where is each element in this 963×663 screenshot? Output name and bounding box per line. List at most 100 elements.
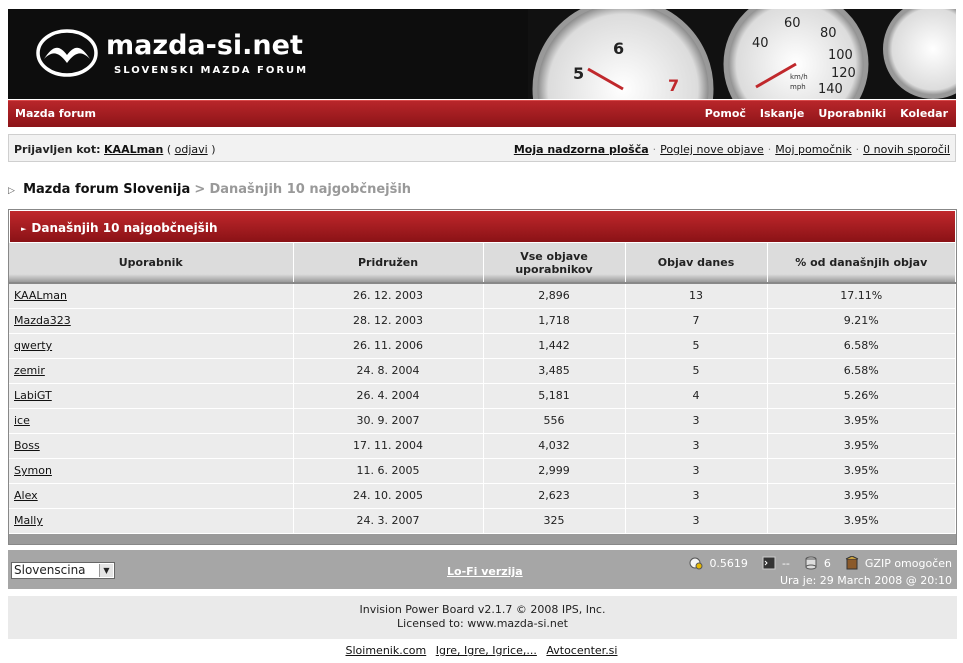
row-username-link[interactable]: Alex	[14, 489, 38, 502]
chevron-down-icon[interactable]: ▼	[99, 564, 113, 577]
table-cell: 556	[483, 408, 626, 434]
table-cell: 2,999	[483, 458, 626, 484]
row-username-link[interactable]: LabiGT	[14, 389, 52, 402]
row-percent: 6.58%	[843, 364, 879, 377]
table-cell: 2,623	[483, 483, 626, 509]
gauge-label: 100	[828, 48, 853, 63]
gauge-label: 6	[613, 39, 624, 58]
row-posts-today: 5	[692, 339, 700, 352]
col-header-today: Objav danes	[625, 243, 768, 284]
nav-brand[interactable]: Mazda forum	[15, 107, 96, 120]
table-row: Symon 11. 6. 2005 2,999 3 3.95%	[9, 458, 956, 484]
username-link[interactable]: KAALman	[104, 143, 163, 156]
user-links: Moja nadzorna plošča · Poglej nove objav…	[513, 143, 950, 156]
row-joined-date: 17. 11. 2004	[353, 439, 423, 452]
row-total-posts: 4,032	[538, 439, 570, 452]
main-navbar: Mazda forum Pomoč Iskanje Uporabniki Kol…	[8, 100, 956, 127]
table-cell: 1,718	[483, 308, 626, 334]
partner-link-sloimenik[interactable]: Sloimenik.com	[346, 644, 427, 657]
table-cell: qwerty	[9, 333, 294, 359]
row-username-link[interactable]: Boss	[14, 439, 40, 452]
new-posts-link[interactable]: Poglej nove objave	[660, 143, 764, 156]
table-cell: KAALman	[9, 283, 294, 309]
row-username-link[interactable]: Symon	[14, 464, 52, 477]
partner-link-avtocenter[interactable]: Avtocenter.si	[546, 644, 617, 657]
logout-link[interactable]: odjavi	[175, 143, 208, 156]
row-joined-date: 26. 11. 2006	[353, 339, 423, 352]
table-cell: 7	[625, 308, 768, 334]
row-total-posts: 3,485	[538, 364, 570, 377]
row-username-link[interactable]: KAALman	[14, 289, 67, 302]
table-cell: 4,032	[483, 433, 626, 459]
gzip-status: GZIP omogočen	[864, 556, 952, 570]
table-row: LabiGT 26. 4. 2004 5,181 4 5.26%	[9, 383, 956, 409]
table-cell: ice	[9, 408, 294, 434]
row-joined-date: 24. 8. 2004	[356, 364, 420, 377]
server-time: Ura je: 29 March 2008 @ 20:10	[779, 574, 952, 587]
row-joined-date: 26. 12. 2003	[353, 289, 423, 303]
nav-help[interactable]: Pomoč	[705, 107, 746, 120]
logo-subtitle: SLOVENSKI MAZDA FORUM	[114, 65, 309, 76]
table-cell: 17.11%	[767, 283, 956, 309]
table-cell: LabiGT	[9, 383, 294, 409]
nav-members[interactable]: Uporabniki	[818, 107, 886, 120]
table-cell: 1,442	[483, 333, 626, 359]
table-cell: 3	[625, 458, 768, 484]
row-username-link[interactable]: qwerty	[14, 339, 52, 352]
partner-link-igre[interactable]: Igre, Igre, Igrice,...	[436, 644, 537, 657]
table-cell: 11. 6. 2005	[293, 458, 484, 484]
table-cell: 17. 11. 2004	[293, 433, 484, 459]
logged-as-label: Prijavljen kot:	[14, 143, 101, 156]
breadcrumb-home[interactable]: Mazda forum Slovenija	[23, 182, 190, 197]
table-cell: 24. 3. 2007	[293, 508, 484, 534]
row-percent: 5.26%	[843, 389, 879, 402]
row-posts-today: 5	[692, 364, 700, 377]
nav-calendar[interactable]: Koledar	[900, 107, 948, 120]
table-cell: 3.95%	[767, 458, 956, 484]
table-cell: 3.95%	[767, 408, 956, 434]
row-joined-date: 24. 10. 2005	[353, 489, 423, 502]
table-cell: 2,896	[483, 283, 626, 309]
table-cell: 5,181	[483, 383, 626, 409]
my-assistant-link[interactable]: Moj pomočnik	[775, 143, 851, 156]
gauge-label: 60	[784, 16, 801, 31]
lofi-link[interactable]: Lo-Fi verzija	[447, 565, 523, 578]
row-total-posts: 1,442	[538, 339, 570, 352]
terminal-icon	[762, 556, 776, 570]
gzip-icon	[845, 556, 859, 570]
title-arrow-icon: ►	[21, 225, 27, 233]
row-username-link[interactable]: Mally	[14, 514, 43, 527]
table-row: zemir 24. 8. 2004 3,485 5 6.58%	[9, 358, 956, 384]
nav-search[interactable]: Iskanje	[760, 107, 804, 120]
my-controls-link[interactable]: Moja nadzorna plošča	[514, 143, 649, 156]
top-posters-box: ► Današnjih 10 najgobčnejših Uporabnik Pr…	[8, 209, 957, 545]
mazda-emblem-icon	[36, 29, 98, 77]
server-load: 0.5619	[709, 556, 748, 570]
footer-bar: Slovenscina ▼ Lo-Fi verzija 0.5619 -- 6 …	[8, 550, 957, 589]
messages-link[interactable]: 0 novih sporočil	[863, 143, 950, 156]
table-cell: 6.58%	[767, 358, 956, 384]
language-select[interactable]: Slovenscina ▼	[11, 562, 115, 579]
language-select-value: Slovenscina	[14, 563, 86, 577]
gauge-label: 80	[820, 26, 837, 41]
row-percent: 3.95%	[843, 414, 879, 427]
row-username-link[interactable]: Mazda323	[14, 314, 71, 327]
row-percent: 3.95%	[843, 514, 879, 527]
gauge-unit: mph	[790, 83, 806, 91]
table-cell: 3.95%	[767, 483, 956, 509]
table-cell: 5	[625, 333, 768, 359]
table-cell: 3,485	[483, 358, 626, 384]
row-posts-today: 3	[692, 489, 700, 502]
gauge-label: 5	[573, 64, 584, 83]
row-username-link[interactable]: ice	[14, 414, 30, 427]
user-bar: Prijavljen kot: KAALman ( odjavi ) Moja …	[8, 134, 956, 162]
table-row: KAALman 26. 12. 2003 2,896 13 17.11%	[9, 283, 956, 309]
login-status: Prijavljen kot: KAALman ( odjavi )	[14, 143, 215, 156]
row-total-posts: 325	[543, 514, 565, 527]
box-title-text: Današnjih 10 najgobčnejših	[31, 221, 218, 235]
table-cell: 13	[625, 283, 768, 309]
row-total-posts: 5,181	[538, 389, 570, 402]
table-cell: zemir	[9, 358, 294, 384]
row-username-link[interactable]: zemir	[14, 364, 45, 377]
row-total-posts: 2,623	[538, 489, 570, 502]
